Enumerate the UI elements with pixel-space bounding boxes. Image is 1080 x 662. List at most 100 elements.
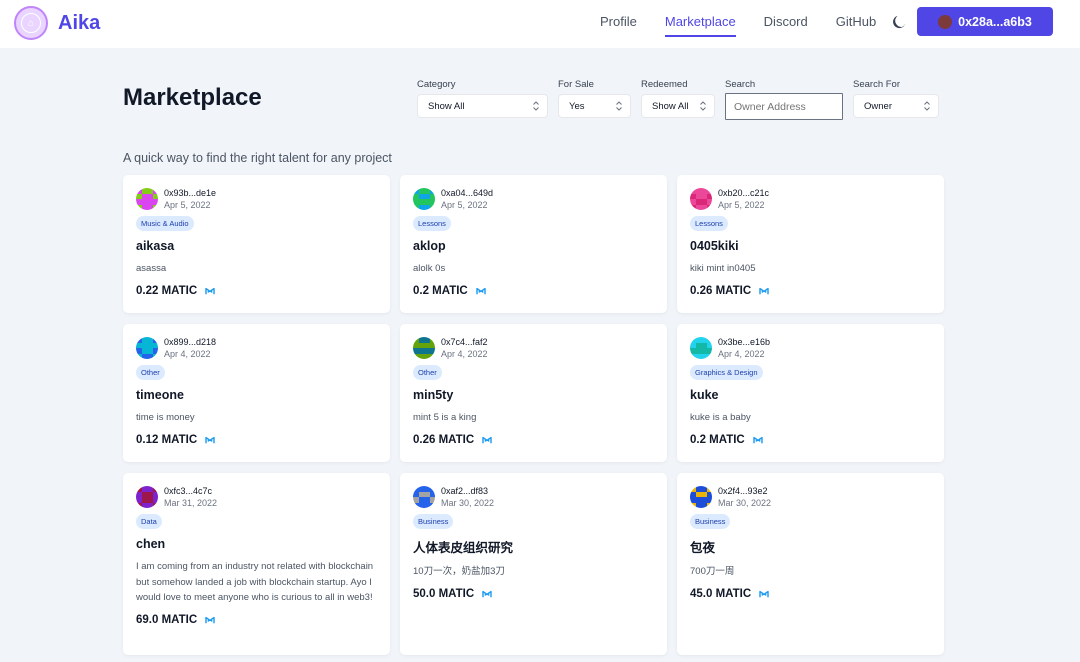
price-row: 0.26 MATIC [413,434,654,446]
listing-date: Apr 4, 2022 [441,349,488,359]
listing-title: 包夜 [690,541,716,555]
listing-description: 10刀一次，奶盐加3刀 [413,566,505,577]
listing-card[interactable]: 0x3be...e16b Apr 4, 2022 Graphics & Design… [677,324,944,462]
owner-avatar [136,486,158,508]
matic-icon [476,287,486,294]
listing-date: Mar 31, 2022 [164,498,218,508]
category-badge: Lessons [690,216,728,231]
wallet-avatar [938,14,953,29]
owner-address[interactable]: 0x7c4...faf2 [441,336,488,348]
owner-address[interactable]: 0x3be...e16b [718,336,770,348]
listing-description: 700刀一周 [690,566,735,577]
listing-date: Apr 4, 2022 [164,349,211,359]
price-row: 0.26 MATIC [690,285,931,297]
listing-card[interactable]: 0xaf2...df83 Mar 30, 2022 Business 人体表皮组织研究… [400,473,667,655]
for-sale-value: Yes [569,100,585,112]
category-badge: Music & Audio [136,216,194,231]
category-badge: Lessons [413,216,451,231]
search-for-select[interactable]: Owner [853,94,939,118]
moon-icon[interactable] [890,13,908,31]
price-row: 50.0 MATIC [413,588,654,600]
owner-avatar [413,486,435,508]
redeemed-filter: Redeemed Show All [641,79,715,118]
for-sale-label: For Sale [558,79,594,90]
listing-card[interactable]: 0xfc3...4c7c Mar 31, 2022 Data chen I am com… [123,473,390,655]
owner-address[interactable]: 0xfc3...4c7c [164,485,217,497]
search-input[interactable] [725,93,843,120]
owner-avatar [136,337,158,359]
listing-description: asassa [136,263,167,274]
for-sale-select[interactable]: Yes [558,94,631,118]
listing-title: 人体表皮组织研究 [413,541,514,555]
listing-title: 0405kiki [690,239,739,253]
search-for-filter: Search For Owner [853,79,939,118]
chevron-updown-icon [700,101,706,111]
owner-address[interactable]: 0xb20...c21c [718,187,769,199]
owner-avatar [690,486,712,508]
brand[interactable]: ⌂ Aika [14,6,100,40]
nav-discord[interactable]: Discord [764,14,808,37]
wallet-button[interactable]: 0x28a...a6b3 [917,7,1053,36]
owner-address[interactable]: 0x93b...de1e [164,187,216,199]
owner-address[interactable]: 0xaf2...df83 [441,485,494,497]
category-label: Category [417,79,456,90]
listing-card[interactable]: 0xb20...c21c Apr 5, 2022 Lessons 0405kiki ki… [677,175,944,313]
listing-date: Mar 30, 2022 [718,498,772,508]
listing-title: chen [136,537,166,551]
price-row: 0.2 MATIC [413,285,654,297]
matic-icon [759,287,769,294]
owner-address[interactable]: 0xa04...649d [441,187,493,199]
search-for-label: Search For [853,79,900,90]
owner-row: 0xaf2...df83 Mar 30, 2022 [413,485,654,509]
listing-card[interactable]: 0xa04...649d Apr 5, 2022 Lessons aklop alolk… [400,175,667,313]
matic-icon [205,287,215,294]
listing-date: Apr 5, 2022 [164,200,211,210]
matic-icon [759,590,769,597]
listing-title: aikasa [136,239,175,253]
category-select[interactable]: Show All [417,94,548,118]
nav-profile[interactable]: Profile [600,14,637,37]
category-badge: Business [413,514,454,529]
owner-address[interactable]: 0x899...d218 [164,336,216,348]
listing-price: 0.2 MATIC [690,433,745,446]
listing-price: 0.26 MATIC [690,284,752,297]
search-label: Search [725,79,756,90]
matic-icon [482,436,492,443]
listing-card[interactable]: 0x2f4...93e2 Mar 30, 2022 Business 包夜 700刀一周… [677,473,944,655]
listing-description: kuke is a baby [690,412,751,423]
listing-card[interactable]: 0x7c4...faf2 Apr 4, 2022 Other min5ty mint 5… [400,324,667,462]
top-navbar: ⌂ Aika Profile Marketplace Discord GitHu… [0,0,1080,48]
owner-avatar [413,188,435,210]
wallet-address: 0x28a...a6b3 [958,14,1032,29]
logo-icon: ⌂ [14,6,48,40]
listing-price: 0.12 MATIC [136,433,198,446]
nav-marketplace[interactable]: Marketplace [664,14,736,37]
listing-description: mint 5 is a king [413,412,477,423]
redeemed-label: Redeemed [641,79,688,90]
listing-title: aklop [413,239,446,253]
listing-price: 50.0 MATIC [413,587,475,600]
nav-github[interactable]: GitHub [836,14,876,37]
owner-row: 0x899...d218 Apr 4, 2022 [136,336,377,360]
owner-avatar [690,337,712,359]
owner-address[interactable]: 0x2f4...93e2 [718,485,771,497]
category-value: Show All [428,100,465,112]
listing-description: time is money [136,412,195,423]
owner-row: 0xfc3...4c7c Mar 31, 2022 [136,485,377,509]
for-sale-filter: For Sale Yes [558,79,631,118]
matic-icon [205,436,215,443]
page-subtitle: A quick way to find the right talent for… [123,151,392,165]
listing-price: 45.0 MATIC [690,587,752,600]
listing-card[interactable]: 0x93b...de1e Apr 5, 2022 Music & Audio aika… [123,175,390,313]
category-badge: Other [413,365,442,380]
app-name: Aika [58,11,101,34]
listing-card[interactable]: 0x899...d218 Apr 4, 2022 Other timeone time … [123,324,390,462]
listing-description: I am coming from an industry not related… [136,561,374,603]
price-row: 0.2 MATIC [690,434,931,446]
redeemed-select[interactable]: Show All [641,94,715,118]
price-row: 69.0 MATIC [136,614,377,626]
main-nav: Profile Marketplace Discord GitHub [600,14,904,37]
category-badge: Graphics & Design [690,365,763,380]
listing-price: 69.0 MATIC [136,613,198,626]
category-badge: Data [136,514,162,529]
